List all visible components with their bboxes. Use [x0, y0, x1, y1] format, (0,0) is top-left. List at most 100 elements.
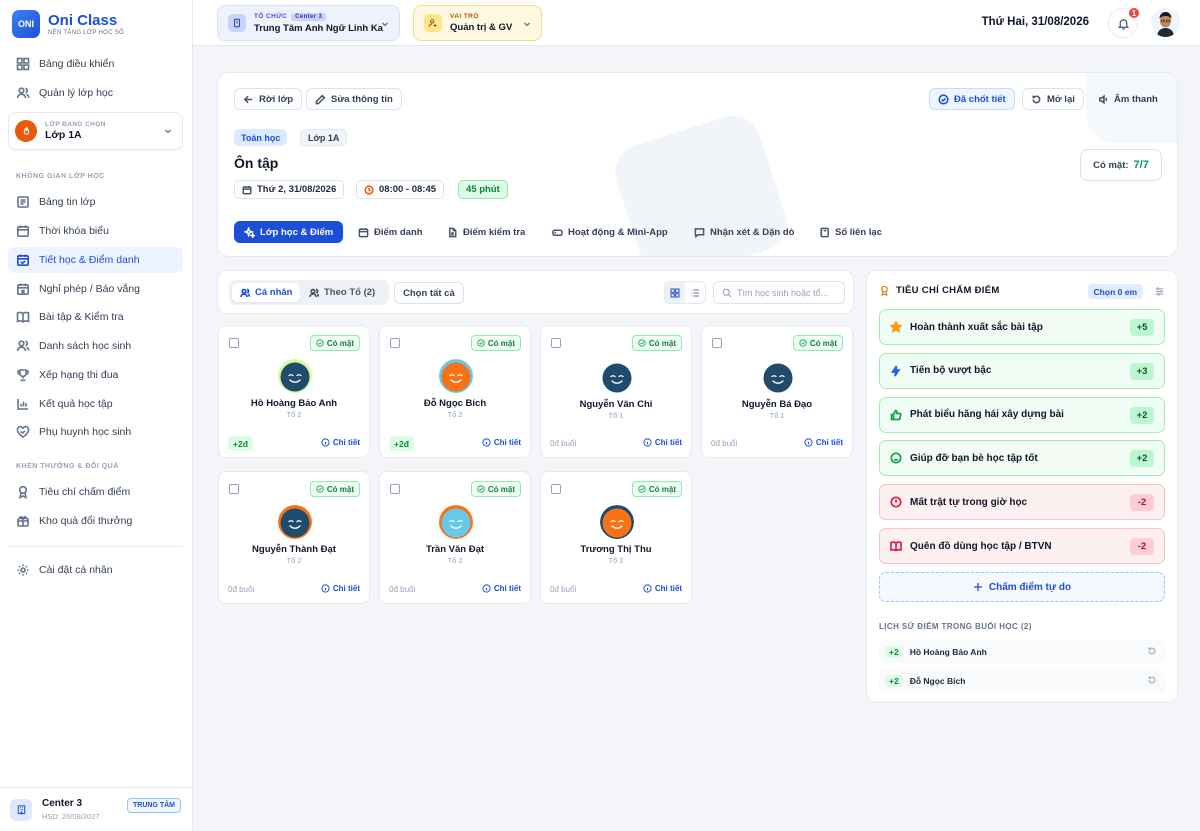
sidebar-item-lessons-attendance[interactable]: Tiết học & Điểm danh [8, 247, 183, 273]
locked-lesson-button[interactable]: Đã chốt tiết [929, 88, 1015, 110]
student-points: 0đ buổi [228, 585, 255, 594]
student-checkbox[interactable] [229, 338, 239, 348]
brand-name: Oni Class [48, 11, 118, 29]
notifications-button[interactable]: 1 [1108, 6, 1141, 38]
gift-icon [17, 516, 29, 527]
leave-class-button[interactable]: Rời lớp [234, 88, 303, 110]
sidebar-item-settings[interactable]: Cài đặt cá nhân [8, 557, 183, 583]
student-checkbox[interactable] [390, 484, 400, 494]
sidebar-item-class-management[interactable]: Quản lý lớp học [8, 80, 183, 106]
criteria-item[interactable]: Tiến bộ vượt bậc +3 [879, 352, 1165, 389]
tab-activities[interactable]: Hoạt động & Mini-App [542, 221, 678, 243]
section-class-space: KHÔNG GIAN LỚP HỌC [16, 173, 105, 180]
brand[interactable]: ONI Oni Class NỀN TẢNG LỚP HỌC SỐ [12, 10, 124, 38]
notebook-icon [820, 227, 829, 237]
sidebar-item-students[interactable]: Danh sách học sinh [8, 333, 183, 359]
check-circle-icon [938, 93, 949, 105]
student-checkbox[interactable] [551, 484, 561, 494]
student-detail-link[interactable]: Chi tiết [321, 584, 360, 593]
sidebar-item-results[interactable]: Kết quả học tập [8, 391, 183, 417]
student-card[interactable]: Có mặt Trần Văn Đạt Tổ 2 0đ buổi Chi tiết [379, 471, 531, 604]
student-checkbox[interactable] [229, 484, 239, 494]
brand-logo: ONI [12, 10, 40, 38]
avatar[interactable] [1151, 8, 1180, 37]
tab-class-points[interactable]: Lớp học & Điểm [234, 221, 344, 243]
student-card[interactable]: Có mặt Nguyễn Thành Đạt Tổ 2 0đ buổi Chi tiế… [218, 471, 370, 604]
chevron-down-icon [382, 22, 388, 27]
student-checkbox[interactable] [551, 338, 561, 348]
student-search-input[interactable]: Tìm học sinh hoặc tổ... [713, 281, 845, 304]
tab-attendance[interactable]: Điểm danh [348, 221, 433, 243]
subject-tag: Toán học [234, 129, 288, 146]
free-score-button[interactable]: Chấm điểm tự do [879, 572, 1165, 602]
criteria-item[interactable]: Quên đồ dùng học tập / BTVN -2 [879, 528, 1165, 564]
criteria-item[interactable]: Giúp đỡ bạn bè học tập tốt +2 [879, 440, 1165, 477]
criteria-value: -2 [1130, 494, 1154, 512]
lesson-title: Ôn tập [234, 155, 279, 171]
student-checkbox[interactable] [712, 338, 722, 348]
student-detail-link[interactable]: Chi tiết [643, 584, 682, 593]
student-detail-link[interactable]: Chi tiết [643, 438, 682, 447]
student-card[interactable]: Có mặt Nguyễn Văn Chi Tổ 1 0đ buổi Chi tiết [540, 325, 692, 458]
status-badge: Có mặt [470, 481, 521, 497]
undo-icon[interactable] [1147, 646, 1157, 656]
history-title: LỊCH SỬ ĐIỂM TRONG BUỔI HỌC (2) [879, 622, 1032, 631]
student-card[interactable]: Có mặt Nguyễn Bá Đạo Tổ 1 0đ buổi Chi tiết [701, 325, 853, 458]
sidebar-item-leave[interactable]: Nghỉ phép / Báo vắng [8, 276, 183, 302]
sidebar-item-gifts[interactable]: Kho quà đổi thưởng [8, 508, 183, 534]
student-points: 0đ buổi [711, 439, 738, 448]
center-info[interactable]: Center 3 HSD: 26/08/2027 TRUNG TÂM [0, 787, 193, 831]
undo-icon[interactable] [1147, 675, 1157, 685]
select-all-button[interactable]: Chọn tất cả [394, 282, 464, 304]
sidebar-item-class-news[interactable]: Bảng tin lớp [8, 189, 183, 215]
student-detail-link[interactable]: Chi tiết [804, 438, 843, 447]
sidebar-item-dashboard[interactable]: Bảng điều khiển [8, 51, 183, 77]
student-card[interactable]: Có mặt Hồ Hoàng Bảo Anh Tổ 2 +2đ Chi tiết [218, 325, 370, 458]
search-placeholder: Tìm học sinh hoặc tổ... [737, 287, 829, 298]
student-points: 0đ buổi [550, 585, 577, 594]
sidebar-item-label: Nghỉ phép / Báo vắng [39, 283, 140, 295]
sound-button[interactable]: Âm thanh [1089, 88, 1167, 110]
role-selector[interactable]: VAI TRÒ Quản trị & GV [413, 5, 542, 41]
student-detail-link[interactable]: Chi tiết [482, 438, 521, 447]
sidebar-item-timetable[interactable]: Thời khóa biểu [8, 218, 183, 244]
info-icon [321, 584, 330, 593]
criteria-item[interactable]: Phát biểu hăng hái xây dựng bài +2 [879, 396, 1165, 433]
class-tag: Lớp 1A [300, 129, 348, 146]
grid-view-button[interactable] [665, 282, 685, 303]
zap-icon [890, 365, 901, 377]
lesson-duration: 45 phút [458, 180, 508, 199]
dashboard-icon [16, 57, 30, 71]
reopen-button[interactable]: Mở lại [1022, 88, 1084, 110]
tab-test-scores[interactable]: Điểm kiểm tra [437, 221, 535, 243]
criteria-label: Mất trật tự trong giờ học [910, 496, 1028, 508]
criteria-title: TIÊU CHÍ CHẤM ĐIỂM [879, 285, 1000, 296]
seg-by-group[interactable]: Theo Tổ (2) [301, 283, 383, 302]
org-selector[interactable]: TỔ CHỨC Center 3 Trung Tâm Anh Ngữ Linh K… [217, 5, 400, 41]
student-card[interactable]: Có mặt Trương Thị Thu Tổ 2 0đ buổi Chi tiết [540, 471, 692, 604]
tab-comments[interactable]: Nhận xét & Dặn dò [684, 221, 804, 243]
seg-individual[interactable]: Cá nhân [232, 283, 301, 302]
class-selector[interactable]: LỚP ĐANG CHỌN Lớp 1A [8, 112, 183, 150]
criteria-item[interactable]: Hoàn thành xuất sắc bài tập +5 [879, 309, 1165, 345]
sidebar-item-criteria[interactable]: Tiêu chí chấm điểm [8, 479, 183, 505]
list-view-button[interactable] [685, 282, 705, 303]
sidebar-item-homework[interactable]: Bài tập & Kiểm tra [8, 304, 183, 330]
edit-info-button[interactable]: Sửa thông tin [306, 88, 402, 110]
criteria-item[interactable]: Mất trật tự trong giờ học -2 [879, 484, 1165, 521]
sidebar-item-parents[interactable]: Phụ huynh học sinh [8, 419, 183, 445]
info-icon [482, 438, 491, 447]
tab-contact-book[interactable]: Sổ liên lạc [809, 221, 892, 243]
student-detail-link[interactable]: Chi tiết [482, 584, 521, 593]
newspaper-icon [17, 196, 29, 208]
sidebar-item-ranking[interactable]: Xếp hạng thi đua [8, 362, 183, 388]
sidebar-item-label: Danh sách học sinh [39, 340, 132, 352]
info-icon [482, 584, 491, 593]
student-group: Tổ 1 [608, 411, 624, 420]
student-card[interactable]: Có mặt Đỗ Ngọc Bích Tổ 2 +2đ Chi tiết [379, 325, 531, 458]
student-checkbox[interactable] [390, 338, 400, 348]
student-group: Tổ 2 [286, 410, 302, 419]
sliders-icon[interactable] [1154, 286, 1165, 297]
student-detail-link[interactable]: Chi tiết [321, 438, 360, 447]
sidebar-item-label: Bài tập & Kiểm tra [39, 311, 124, 323]
